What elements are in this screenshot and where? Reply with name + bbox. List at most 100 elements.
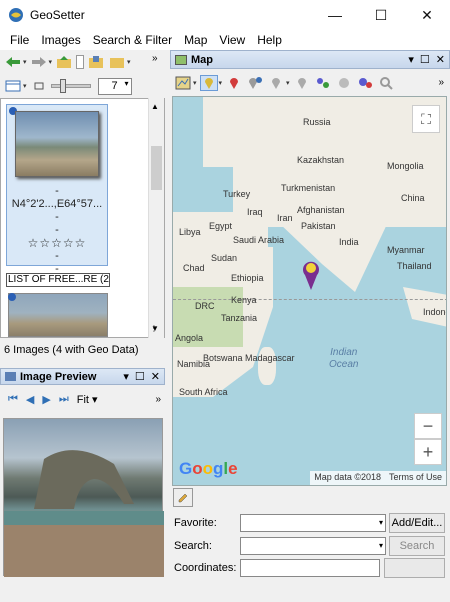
menu-help[interactable]: Help [251,33,288,47]
zoom-value: 7 [111,80,118,92]
add-edit-button[interactable]: Add/Edit... [389,513,445,533]
overflow-chevron-icon[interactable]: » [438,77,450,88]
remove-pins-icon[interactable] [335,75,353,91]
menu-view[interactable]: View [213,33,251,47]
chevron-down-icon[interactable]: ▾ [379,518,383,527]
fullscreen-icon[interactable]: ⛶ [412,105,440,133]
image-preview-title: Image Preview [20,370,97,383]
map-title: Map [191,53,213,66]
minimize-button[interactable]: — [312,0,358,30]
thumbnail-dash: - [55,211,59,223]
edit-pencil-icon[interactable] [173,488,193,507]
view-mode-icon[interactable] [4,78,22,94]
label-indian-ocean: Indian Ocean [329,347,359,370]
pin-icon[interactable]: ▾ [123,370,129,383]
magnify-icon[interactable] [377,75,395,91]
back-arrow-icon[interactable] [4,54,22,70]
gray-pin-2-icon[interactable] [293,75,311,91]
thumbnail-dash: - [55,185,59,197]
forward-arrow-icon[interactable] [30,54,48,70]
image-preview-header: Image Preview ▾ ☐ ✕ [0,368,165,385]
menu-search-filter[interactable]: Search & Filter [87,33,178,47]
chevron-down-icon[interactable]: ▾ [49,58,53,66]
label-mongolia: Mongolia [387,161,424,171]
overflow-chevron-icon[interactable]: » [152,53,158,64]
thumbnail-caption[interactable]: LIST OF FREE...RE (2) [6,273,110,287]
zoom-in-button[interactable]: − [414,413,442,439]
multi-pin-icon[interactable] [246,75,264,91]
prev-image-icon[interactable]: ◀ [26,393,34,406]
chevron-down-icon[interactable]: ▾ [219,79,223,87]
zoom-out-button[interactable]: + [414,439,442,465]
search-input[interactable]: ▾ [240,537,386,555]
label-myanmar: Myanmar [387,245,425,255]
chevron-down-icon[interactable]: ▾ [127,58,131,66]
app-icon [8,7,24,23]
label-saudi-arabia: Saudi Arabia [233,235,285,245]
chevron-down-icon[interactable]: ▾ [23,58,27,66]
map-icon [175,54,187,65]
group-pins-icon[interactable] [314,75,332,91]
close-button[interactable]: ✕ [404,0,450,30]
map-data-text: Map data ©2018 [314,472,381,482]
gray-pin-icon[interactable] [267,75,285,91]
zoom-mode-label: Fit [76,393,89,406]
label-turkey: Turkey [223,189,251,199]
menu-bar: File Images Search & Filter Map View Hel… [0,30,450,50]
search-button[interactable]: Search [389,536,445,556]
coordinates-field[interactable] [240,559,380,577]
next-image-icon[interactable]: ▶ [42,393,50,406]
scroll-up-icon[interactable]: ▲ [151,102,159,111]
label-tanzania: Tanzania [221,313,258,323]
float-icon[interactable]: ☐ [420,53,430,66]
label-pakistan: Pakistan [301,221,336,231]
chevron-down-icon[interactable]: ▾ [286,79,290,87]
location-form: Favorite: ▾ Add/Edit... Search: ▾ Search… [170,487,450,602]
thumbnail-scrollbar[interactable]: ▲ ▼ [148,98,164,338]
map-attribution: Map data ©2018 Terms of Use [310,471,446,485]
rating-stars[interactable]: ☆☆☆☆☆ [7,237,107,250]
zoom-stepper[interactable]: 7 ▾ [97,77,132,95]
first-image-icon[interactable]: ⏮ [8,393,18,406]
slider-handle[interactable] [59,79,66,93]
thumbnail-image-2[interactable] [8,293,108,337]
overflow-chevron-icon[interactable]: » [155,394,165,405]
label-egypt: Egypt [209,221,233,231]
thumbnail-card[interactable]: - N4°2'2...,E64°57... - - ☆☆☆☆☆ - - [6,104,108,275]
map-type-icon[interactable] [174,75,192,91]
zoom-mode-dropdown[interactable]: Fit ▾ [77,393,98,406]
location-marker-icon[interactable] [301,259,321,294]
last-image-icon[interactable]: ⏭ [59,393,69,406]
menu-map[interactable]: Map [178,33,213,47]
apply-coordinates-button[interactable] [384,558,445,578]
favorite-dropdown[interactable]: ▾ [240,514,386,532]
folder-up-icon[interactable] [55,54,73,70]
menu-images[interactable]: Images [35,33,86,47]
window-title: GeoSetter [30,8,85,22]
terms-link[interactable]: Terms of Use [389,472,442,484]
map-view[interactable]: Russia Kazakhstan Mongolia Turkey Turkme… [172,96,447,486]
red-pin-icon[interactable] [225,75,243,91]
float-icon[interactable]: ☐ [135,370,145,383]
scroll-thumb[interactable] [151,146,162,190]
geo-pin-icon [8,293,16,301]
small-field[interactable] [76,55,85,69]
label-sudan: Sudan [211,253,238,263]
small-thumb-icon [30,78,48,94]
chevron-down-icon[interactable]: ▾ [379,541,383,550]
folder-image-icon[interactable] [87,54,105,70]
chevron-down-icon[interactable]: ▾ [125,79,129,88]
close-icon[interactable]: ✕ [436,53,445,66]
preview-image [3,418,164,577]
thumbnail-info: - N4°2'2...,E64°57... - - ☆☆☆☆☆ - - [7,185,107,276]
search-pins-icon[interactable] [356,75,374,91]
maximize-button[interactable]: ☐ [358,0,404,30]
pin-icon[interactable]: ▾ [408,53,414,66]
folder-open-icon[interactable] [108,54,126,70]
menu-file[interactable]: File [4,33,35,47]
thumb-size-slider[interactable] [50,79,91,93]
close-icon[interactable]: ✕ [151,370,160,383]
marker-pin-icon[interactable] [199,74,218,91]
chevron-down-icon[interactable]: ▾ [193,79,197,87]
chevron-down-icon[interactable]: ▾ [23,82,27,90]
